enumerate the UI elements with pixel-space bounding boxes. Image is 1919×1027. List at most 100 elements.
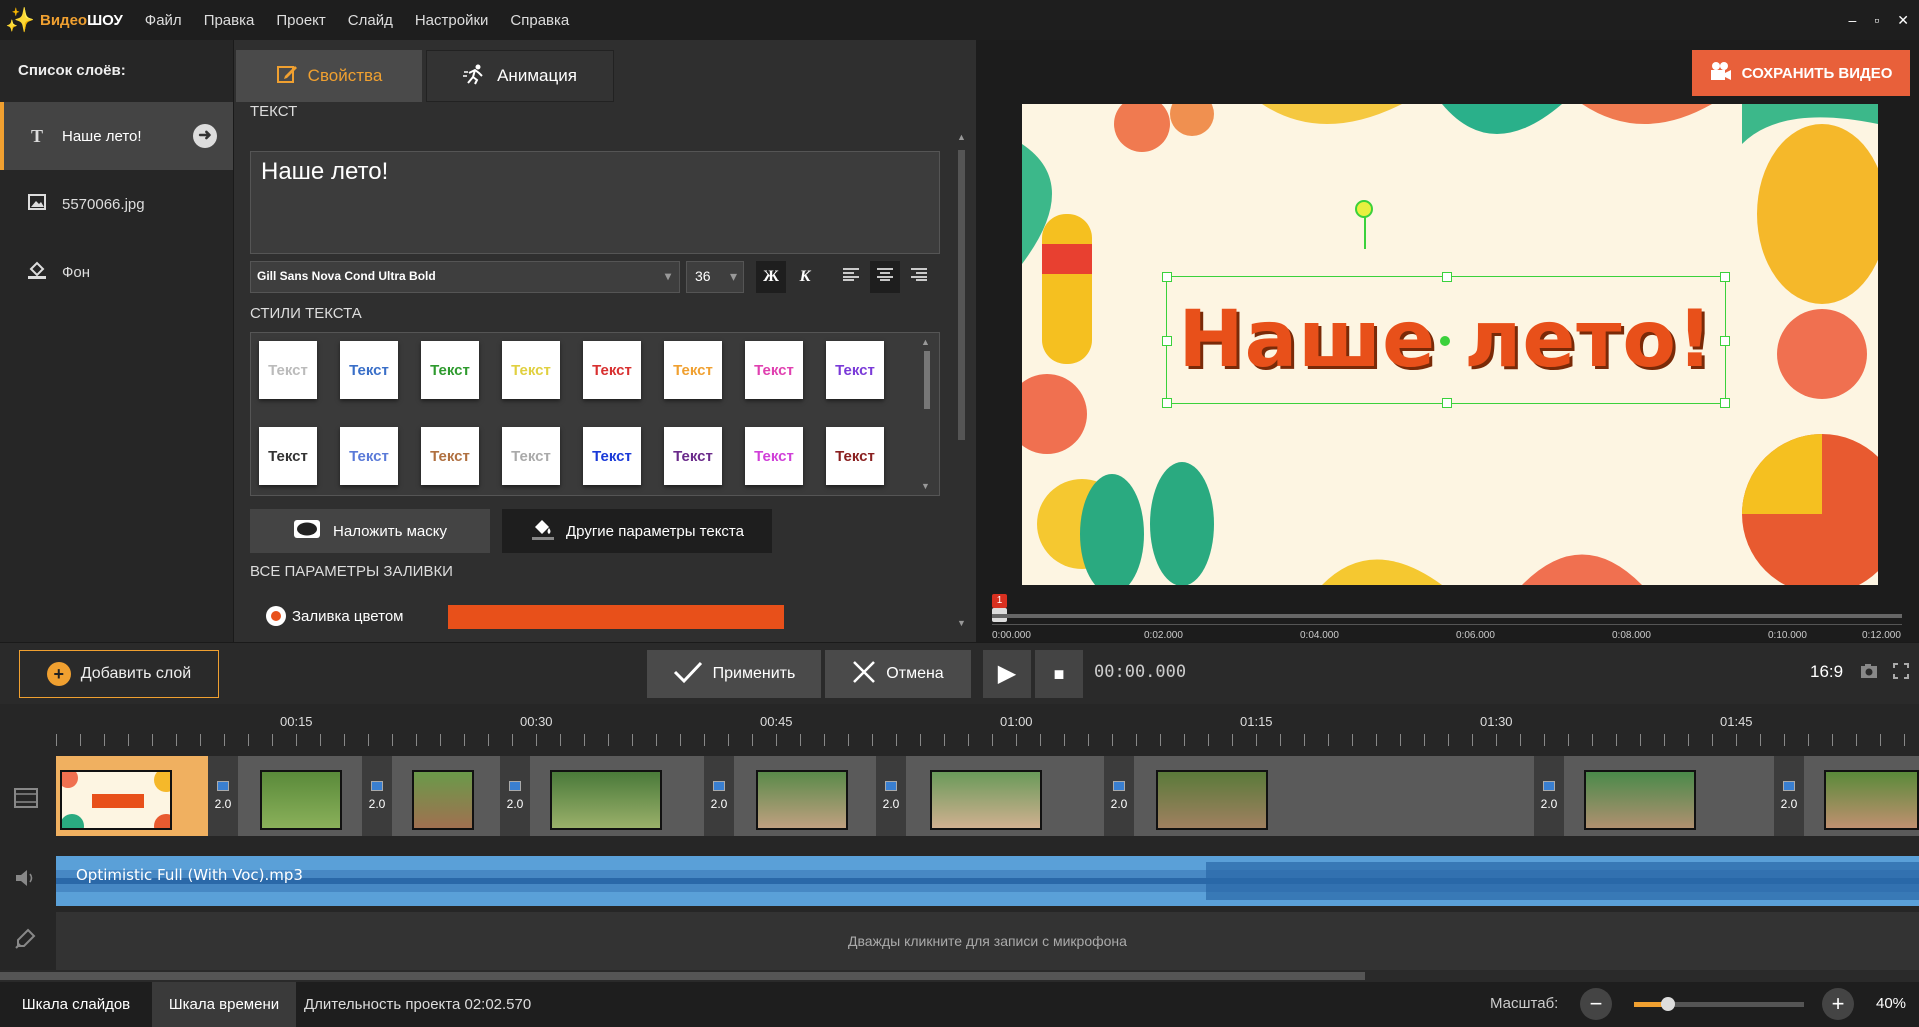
text-style-swatch[interactable]: Текст <box>583 341 641 399</box>
transition-marker[interactable]: 2.0 <box>208 756 238 836</box>
font-select[interactable]: Gill Sans Nova Cond Ultra Bold ▾ <box>250 261 680 293</box>
transition-marker[interactable]: 2.0 <box>362 756 392 836</box>
preview-ruler[interactable]: 1 0:00.000 0:02.000 0:04.000 0:06.000 0:… <box>992 592 1902 642</box>
restore-icon[interactable]: ▫ <box>1874 12 1879 28</box>
text-style-swatch[interactable]: Текст <box>826 341 884 399</box>
layer-item-background[interactable]: Фон <box>0 238 233 306</box>
close-icon[interactable]: ✕ <box>1897 12 1909 29</box>
zoom-slider-knob[interactable] <box>1661 997 1675 1011</box>
resize-handle[interactable] <box>1162 272 1172 282</box>
add-layer-button[interactable]: + Добавить слой <box>19 650 219 698</box>
transition-marker[interactable]: 2.0 <box>876 756 906 836</box>
text-layer-selection[interactable]: Наше лето! <box>1162 272 1730 408</box>
tab-animation[interactable]: Анимация <box>426 50 614 102</box>
stop-button[interactable]: ■ <box>1035 650 1083 698</box>
align-center-icon[interactable] <box>870 261 900 293</box>
bold-button[interactable]: Ж <box>756 261 786 293</box>
menu-slide[interactable]: Слайд <box>348 12 393 29</box>
text-style-swatch[interactable]: Текст <box>340 427 398 485</box>
resize-handle[interactable] <box>1442 272 1452 282</box>
slide-clip[interactable] <box>238 756 362 836</box>
menu-help[interactable]: Справка <box>510 12 569 29</box>
resize-handle[interactable] <box>1442 398 1452 408</box>
scroll-up-icon[interactable]: ▲ <box>921 337 930 347</box>
fill-color-swatch[interactable] <box>448 605 784 629</box>
preview-canvas[interactable]: Наше лето! <box>1022 104 1878 585</box>
text-input[interactable]: Наше лето! <box>250 151 940 254</box>
slide-clip[interactable] <box>530 756 704 836</box>
scroll-up-icon[interactable]: ▲ <box>957 132 966 142</box>
styles-scrollbar[interactable]: ▲ ▼ <box>921 337 933 491</box>
timeline-ruler[interactable]: 00:15 00:30 00:45 01:00 01:15 01:30 01:4… <box>56 704 1919 746</box>
tab-slides-view[interactable]: Шкала слайдов <box>0 982 152 1027</box>
fullscreen-icon[interactable] <box>1893 663 1909 684</box>
text-style-swatch[interactable]: Текст <box>502 427 560 485</box>
menu-settings[interactable]: Настройки <box>415 12 489 29</box>
italic-button[interactable]: К <box>790 261 820 293</box>
stop-icon: ■ <box>1053 664 1065 684</box>
align-left-icon[interactable] <box>836 261 866 293</box>
text-style-swatch[interactable]: Текст <box>421 341 479 399</box>
text-style-swatch[interactable]: Текст <box>583 427 641 485</box>
center-point[interactable] <box>1440 336 1450 346</box>
cancel-button[interactable]: Отмена <box>825 650 971 698</box>
text-style-swatch[interactable]: Текст <box>259 341 317 399</box>
fill-color-radio[interactable] <box>266 606 286 626</box>
transition-marker[interactable]: 2.0 <box>500 756 530 836</box>
text-style-swatch[interactable]: Текст <box>502 341 560 399</box>
zoom-in-button[interactable]: + <box>1822 988 1854 1020</box>
transition-marker[interactable]: 2.0 <box>1534 756 1564 836</box>
slide-clip[interactable] <box>392 756 500 836</box>
transition-marker[interactable]: 2.0 <box>704 756 734 836</box>
tab-timeline-view[interactable]: Шкала времени <box>152 982 296 1027</box>
slide-clip[interactable] <box>734 756 876 836</box>
font-size-select[interactable]: 36 ▾ <box>686 261 744 293</box>
slide-clip[interactable] <box>906 756 1104 836</box>
scroll-down-icon[interactable]: ▼ <box>921 481 930 491</box>
timeline-scrollbar[interactable] <box>0 970 1919 982</box>
slide-clip[interactable] <box>1134 756 1534 836</box>
slide-clip[interactable] <box>1804 756 1919 836</box>
slide-clip[interactable] <box>56 756 208 836</box>
properties-scrollbar[interactable]: ▲ ▼ <box>957 132 967 628</box>
text-style-swatch[interactable]: Текст <box>259 427 317 485</box>
resize-handle[interactable] <box>1720 398 1730 408</box>
text-style-swatch[interactable]: Текст <box>664 427 722 485</box>
text-style-swatch[interactable]: Текст <box>826 427 884 485</box>
text-style-swatch[interactable]: Текст <box>745 341 803 399</box>
arrow-right-icon[interactable]: ➜ <box>193 124 217 148</box>
zoom-slider[interactable] <box>1634 997 1804 1011</box>
menu-file[interactable]: Файл <box>145 12 182 29</box>
microphone-track[interactable]: Дважды кликните для записи с микрофона <box>56 912 1919 970</box>
align-right-icon[interactable] <box>904 261 934 293</box>
scroll-down-icon[interactable]: ▼ <box>957 618 966 628</box>
layer-item-image[interactable]: 5570066.jpg <box>0 170 233 238</box>
camera-icon[interactable] <box>1860 663 1878 684</box>
apply-mask-button[interactable]: Наложить маску <box>250 509 490 553</box>
other-text-params-button[interactable]: Другие параметры текста <box>502 509 772 553</box>
text-style-swatch[interactable]: Текст <box>421 427 479 485</box>
zoom-out-button[interactable]: − <box>1580 988 1612 1020</box>
aspect-ratio-button[interactable]: 16:9 <box>1810 662 1843 682</box>
resize-handle[interactable] <box>1162 336 1172 346</box>
save-video-button[interactable]: СОХРАНИТЬ ВИДЕО <box>1692 50 1910 96</box>
resize-handle[interactable] <box>1162 398 1172 408</box>
audio-track[interactable]: Optimistic Full (With Voc).mp3 <box>56 856 1919 906</box>
menu-project[interactable]: Проект <box>276 12 325 29</box>
menu-edit[interactable]: Правка <box>204 12 255 29</box>
slide-clip[interactable] <box>1564 756 1774 836</box>
text-style-swatch[interactable]: Текст <box>340 341 398 399</box>
transition-marker[interactable]: 2.0 <box>1774 756 1804 836</box>
minimize-icon[interactable]: – <box>1849 12 1857 28</box>
apply-button[interactable]: Применить <box>647 650 821 698</box>
resize-handle[interactable] <box>1720 336 1730 346</box>
text-style-swatch[interactable]: Текст <box>745 427 803 485</box>
layer-item-text[interactable]: T Наше лето! ➜ <box>0 102 233 170</box>
tab-properties[interactable]: Свойства <box>236 50 422 102</box>
scrollbar-thumb[interactable] <box>0 972 1365 980</box>
play-button[interactable]: ▶ <box>983 650 1031 698</box>
text-style-swatch[interactable]: Текст <box>664 341 722 399</box>
transition-marker[interactable]: 2.0 <box>1104 756 1134 836</box>
rotation-handle[interactable] <box>1355 200 1373 218</box>
resize-handle[interactable] <box>1720 272 1730 282</box>
